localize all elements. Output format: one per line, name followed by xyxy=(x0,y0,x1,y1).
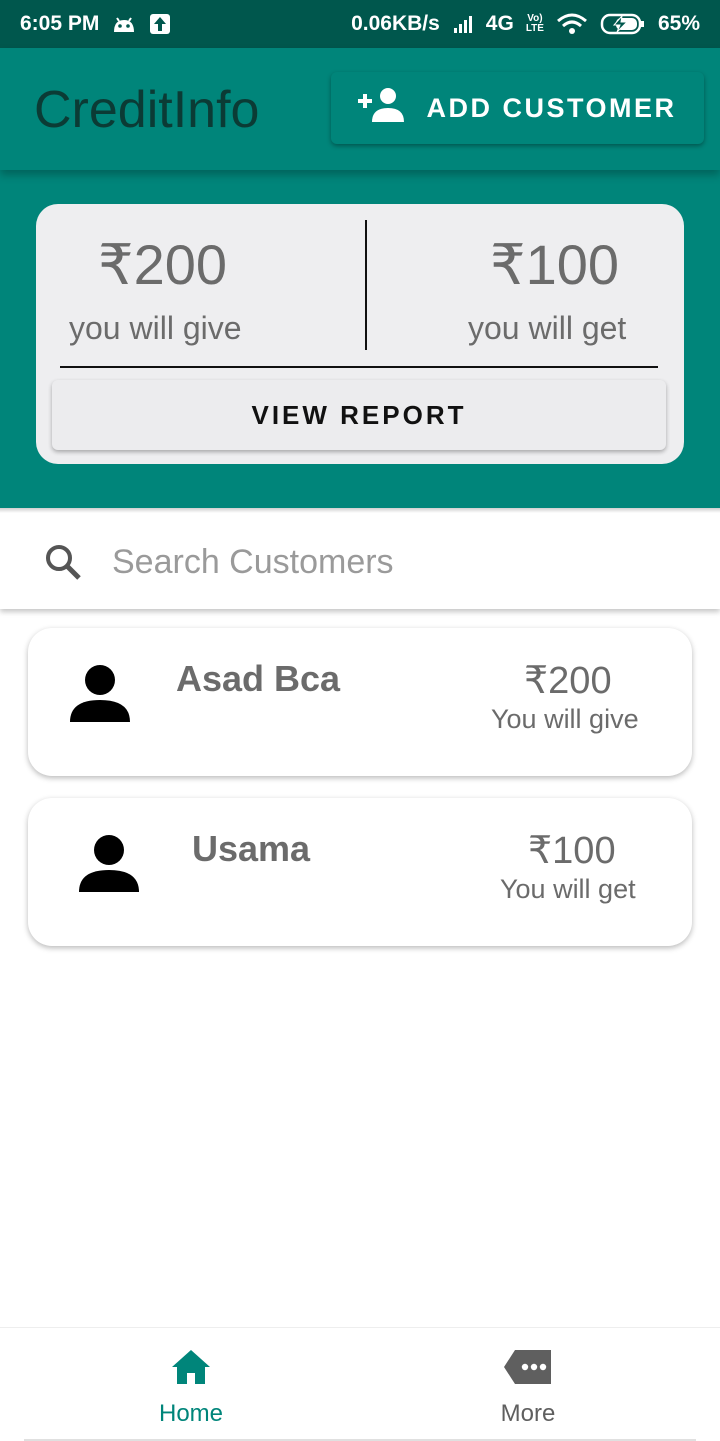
get-amount: ₹100 xyxy=(490,233,620,296)
upload-icon xyxy=(149,13,171,35)
status-bar: 6:05 PM 0.06KB/s 4G Vo) LTE 65% xyxy=(0,0,720,48)
app-title: CreditInfo xyxy=(34,81,260,139)
vertical-divider xyxy=(365,220,367,350)
app-bar: CreditInfo ADD CUSTOMER xyxy=(0,48,720,170)
view-report-button[interactable]: VIEW REPORT xyxy=(52,380,666,450)
nav-more[interactable]: More xyxy=(348,1328,708,1441)
search-input[interactable] xyxy=(110,535,674,589)
customer-amount: ₹200 xyxy=(524,660,612,702)
search-bar-shadow xyxy=(0,508,720,513)
customer-status: You will get xyxy=(500,874,636,904)
volte-icon: Vo) LTE xyxy=(525,13,544,34)
status-bar-right: 0.06KB/s 4G Vo) LTE 65% xyxy=(351,12,700,36)
give-label: you will give xyxy=(69,310,242,346)
signal-icon xyxy=(452,14,474,34)
add-person-icon xyxy=(358,87,406,130)
add-customer-button[interactable]: ADD CUSTOMER xyxy=(331,72,704,144)
search-icon xyxy=(44,543,82,586)
nav-home[interactable]: Home xyxy=(11,1328,371,1441)
give-amount: ₹200 xyxy=(98,233,228,296)
battery-icon xyxy=(600,12,646,36)
home-icon xyxy=(170,1348,212,1390)
status-time: 6:05 PM xyxy=(20,12,100,35)
net-speed: 0.06KB/s xyxy=(351,12,440,35)
wifi-icon xyxy=(556,13,588,35)
customer-amount: ₹100 xyxy=(528,830,616,872)
network-type: 4G xyxy=(485,12,514,35)
customer-card[interactable]: Asad Bca ₹200 You will give xyxy=(28,628,692,776)
customer-name: Usama xyxy=(192,828,311,869)
person-icon xyxy=(68,662,132,731)
more-icon xyxy=(503,1348,553,1390)
horizontal-divider xyxy=(60,366,658,368)
battery-percent: 65% xyxy=(657,12,700,35)
person-icon xyxy=(77,832,141,901)
bottom-navigation: Home More xyxy=(0,1327,720,1441)
get-label: you will get xyxy=(468,310,627,346)
status-bar-left: 6:05 PM xyxy=(20,12,171,36)
customer-status: You will give xyxy=(491,704,639,734)
add-customer-label: ADD CUSTOMER xyxy=(426,92,677,123)
customer-card[interactable]: Usama ₹100 You will get xyxy=(28,798,692,946)
search-bar xyxy=(0,508,720,609)
nav-more-label: More xyxy=(500,1400,556,1427)
header: CreditInfo ADD CUSTOMER ₹200 you will gi… xyxy=(0,48,720,508)
summary-card: ₹200 you will give ₹100 you will get VIE… xyxy=(36,204,684,464)
android-icon xyxy=(111,14,137,34)
customer-name: Asad Bca xyxy=(176,658,341,699)
nav-home-label: Home xyxy=(158,1400,224,1427)
